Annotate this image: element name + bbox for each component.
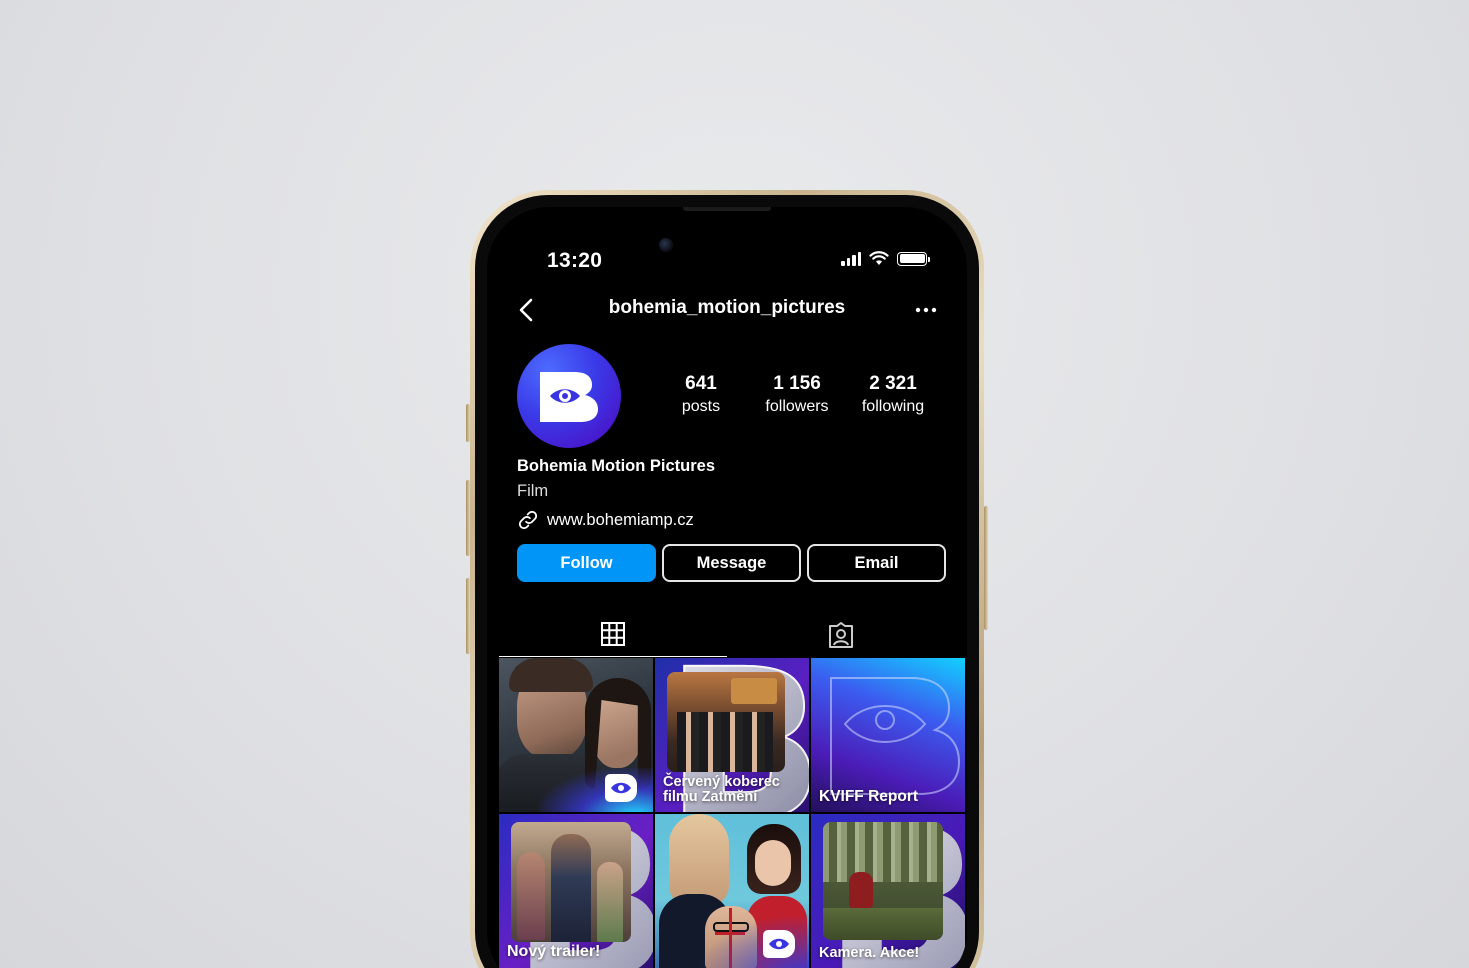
status-icons	[841, 251, 930, 266]
profile-tabs	[499, 612, 955, 657]
more-options-button[interactable]	[911, 295, 941, 325]
profile-display-name: Bohemia Motion Pictures	[517, 457, 716, 475]
bohemia-logo-icon	[763, 930, 795, 958]
instagram-profile-screen: 13:20 bohemia_motion_pictures 641 posts …	[487, 207, 967, 968]
stat-label: posts	[681, 398, 721, 415]
post-caption: Červený koberec filmu Zatmění	[663, 775, 780, 804]
profile-website-link[interactable]: www.bohemiamp.cz	[517, 509, 715, 531]
tab-posts-grid[interactable]	[499, 612, 727, 657]
profile-avatar[interactable]	[517, 344, 621, 448]
bohemia-logo-icon	[605, 774, 637, 802]
website-text: www.bohemiamp.cz	[547, 510, 694, 529]
post-caption: Kamera. Akce!	[819, 944, 920, 961]
caption-line: filmu Zatmění	[663, 788, 758, 805]
stat-posts[interactable]: 641 posts	[653, 373, 749, 416]
post-tile[interactable]: KVIFF Report	[811, 658, 965, 812]
phone-frame: 13:20 bohemia_motion_pictures 641 posts …	[470, 190, 984, 968]
link-icon	[518, 510, 538, 530]
phone-bezel: 13:20 bohemia_motion_pictures 641 posts …	[475, 195, 979, 968]
follow-button[interactable]: Follow	[517, 544, 656, 582]
stat-value: 2 321	[869, 373, 917, 394]
stat-label: followers	[765, 398, 829, 415]
cellular-signal-icon	[841, 251, 861, 266]
power-button	[984, 506, 988, 630]
post-tile[interactable]	[655, 814, 809, 968]
profile-actions: Follow Message Email	[517, 544, 946, 582]
stat-followers[interactable]: 1 156 followers	[749, 373, 845, 416]
profile-bio: Bohemia Motion Pictures Film www.bohemia…	[517, 457, 715, 531]
tagged-person-icon	[829, 621, 853, 648]
profile-category: Film	[517, 482, 549, 500]
profile-stats: 641 posts 1 156 followers 2 321 followin…	[653, 373, 941, 416]
post-tile[interactable]: B Nový trailer!	[499, 814, 653, 968]
post-tile[interactable]	[499, 658, 653, 812]
stat-value: 1 156	[773, 373, 821, 394]
stat-following[interactable]: 2 321 following	[845, 373, 941, 416]
front-camera	[659, 238, 673, 252]
bohemia-logo-icon	[540, 372, 598, 422]
more-dots-icon	[915, 307, 937, 313]
stat-label: following	[861, 398, 925, 415]
post-caption: Nový trailer!	[507, 943, 601, 960]
post-tile[interactable]: B Kamera. Akce!	[811, 814, 965, 968]
stat-value: 641	[685, 373, 717, 394]
email-button[interactable]: Email	[807, 544, 946, 582]
notch	[632, 207, 822, 237]
message-button[interactable]: Message	[662, 544, 801, 582]
caption-line: Červený koberec	[663, 774, 780, 790]
posts-grid: B Červený koberec filmu Zatmění	[499, 658, 965, 968]
grid-icon	[601, 622, 625, 646]
profile-header: bohemia_motion_pictures	[487, 295, 967, 325]
wifi-icon	[869, 251, 889, 265]
tab-tagged[interactable]	[727, 612, 955, 657]
battery-icon	[897, 251, 930, 266]
profile-username: bohemia_motion_pictures	[608, 297, 846, 318]
post-caption: KVIFF Report	[819, 787, 919, 805]
status-time: 13:20	[547, 249, 603, 272]
post-tile[interactable]: B Červený koberec filmu Zatmění	[655, 658, 809, 812]
